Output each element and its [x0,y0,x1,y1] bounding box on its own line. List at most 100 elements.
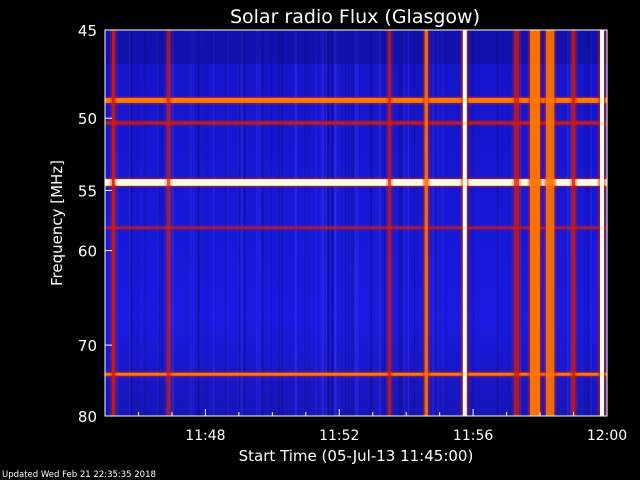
texture-stripe [224,30,228,416]
texture-stripe [383,30,384,416]
texture-stripe [137,30,139,416]
texture-stripe [156,30,159,416]
texture-stripe [197,30,200,416]
vertical-burst [600,30,604,416]
texture-stripe [384,30,386,416]
texture-stripe [320,30,323,416]
texture-stripe [374,30,376,416]
x-tick-label: 11:56 [453,428,493,444]
texture-stripe [407,30,409,416]
texture-stripe [348,30,350,416]
texture-stripe [507,30,510,416]
texture-stripe [205,30,208,416]
texture-stripe [193,30,195,416]
texture-stripe [370,30,373,416]
texture-stripe [468,30,470,416]
texture-stripe [442,30,444,416]
footer-updated: Updated Wed Feb 21 22:35:35 2018 [2,470,156,480]
vertical-burst [514,30,520,416]
texture-stripe [345,30,347,416]
texture-stripe [243,30,246,416]
texture-stripe [261,30,264,416]
texture-stripe [226,30,229,416]
texture-stripe [213,30,215,416]
vertical-burst [571,30,576,416]
texture-stripe [351,30,353,416]
texture-stripe [432,30,434,416]
texture-stripe [172,30,175,416]
y-tick-label: 50 [78,110,97,128]
y-tick-label: 55 [78,182,97,200]
texture-stripe [146,30,147,416]
spectrogram-chart: Solar radio Flux (Glasgow) 11:48 11:52 11:… [2,6,627,480]
vertical-burst [545,30,555,416]
y-tick-label: 45 [78,22,97,40]
texture-stripe [271,30,272,416]
texture-stripe [353,30,354,416]
texture-stripe [584,30,586,416]
texture-stripe [327,30,329,416]
texture-stripe [258,30,261,416]
texture-stripe [158,30,161,416]
texture-stripe [435,30,437,416]
vertical-burst [388,30,391,416]
texture-stripe [421,30,423,416]
texture-stripe [437,30,439,416]
texture-stripe [416,30,417,416]
texture-stripe [326,30,327,416]
texture-stripe [330,30,334,416]
x-tick-label: 12:00 [587,428,627,444]
vertical-burst [530,30,540,416]
texture-stripe [418,30,419,416]
texture-stripe [130,30,132,416]
texture-stripe [472,30,475,416]
texture-stripe [190,30,193,416]
texture-stripe [256,30,258,416]
vertical-burst [462,30,467,416]
y-tick-label: 70 [78,337,97,355]
texture-stripe [589,30,592,416]
texture-stripe [281,30,283,416]
x-tick-label: 11:48 [185,428,225,444]
texture-stripe [413,30,416,416]
texture-stripe [587,30,590,416]
texture-stripe [501,30,503,416]
texture-stripe [237,30,239,416]
texture-stripe [399,30,402,416]
texture-stripe [378,30,382,416]
x-axis-label: Start Time (05-Jul-13 11:45:00) [239,447,474,465]
texture-stripe [521,30,523,416]
vertical-burst [424,30,428,416]
vertical-burst [112,30,115,416]
texture-stripe [337,30,339,416]
y-axis-label: Frequency [MHz] [48,160,66,286]
vertical-burst [166,30,171,416]
texture-stripe [308,30,310,416]
texture-stripe [496,30,499,416]
texture-stripe [411,30,413,416]
texture-stripe [294,30,297,416]
texture-stripe [278,30,280,416]
texture-stripe [133,30,135,416]
texture-stripe [117,30,118,416]
texture-stripe [338,30,340,416]
texture-stripe [143,30,146,416]
texture-stripe [357,30,359,416]
texture-stripe [238,30,242,416]
texture-stripe [189,30,191,416]
texture-stripe [334,30,336,416]
texture-stripe [304,30,306,416]
texture-stripe [188,30,190,416]
texture-stripe [315,30,318,416]
texture-stripe [354,30,357,416]
x-tick-label: 11:52 [319,428,359,444]
plot-area [104,29,608,417]
texture-stripe [404,30,405,416]
y-tick-label: 60 [78,243,97,261]
texture-stripe [322,30,324,416]
texture-stripe [161,30,163,416]
texture-stripe [128,30,131,416]
texture-stripe [435,30,436,416]
texture-stripe [567,30,569,416]
chart-title: Solar radio Flux (Glasgow) [230,6,480,28]
